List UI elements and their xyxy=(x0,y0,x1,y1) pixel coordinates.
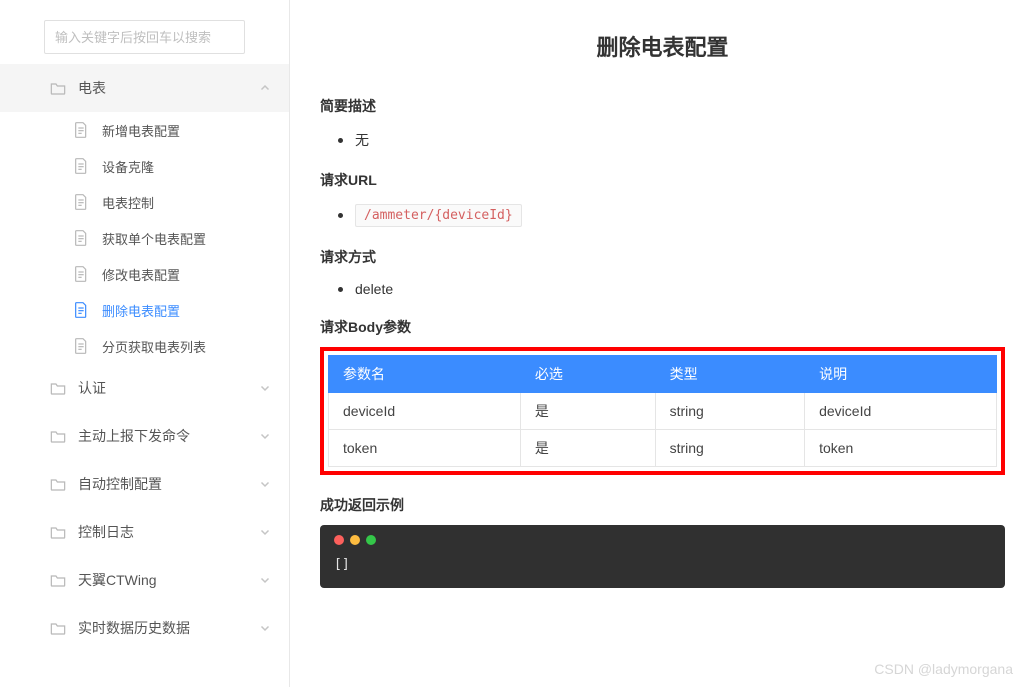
nav-group-header[interactable]: 电表 xyxy=(0,64,289,112)
page-title: 删除电表配置 xyxy=(320,30,1005,62)
bullet-icon xyxy=(338,138,343,143)
nav-group-header[interactable]: 天翼CTWing xyxy=(0,556,289,604)
chevron-down-icon xyxy=(259,526,271,538)
nav-sub-label: 获取单个电表配置 xyxy=(102,229,206,248)
chevron-down-icon xyxy=(259,574,271,586)
folder-icon xyxy=(50,381,66,395)
chevron-down-icon xyxy=(259,430,271,442)
table-cell: token xyxy=(329,430,521,467)
nav-sub-item[interactable]: 分页获取电表列表 xyxy=(0,328,289,364)
nav-sub-item[interactable]: 电表控制 xyxy=(0,184,289,220)
nav-group-label: 主动上报下发命令 xyxy=(78,426,259,446)
table-cell: token xyxy=(805,430,997,467)
section-brief-title: 简要描述 xyxy=(320,96,1005,116)
file-icon xyxy=(74,122,88,138)
table-cell: 是 xyxy=(520,393,655,430)
table-cell: string xyxy=(655,430,804,467)
nav-group-label: 电表 xyxy=(78,78,259,98)
table-cell: string xyxy=(655,393,804,430)
table-cell: deviceId xyxy=(329,393,521,430)
bullet-icon xyxy=(338,287,343,292)
nav-group-header[interactable]: 控制日志 xyxy=(0,508,289,556)
nav-group-label: 认证 xyxy=(78,378,259,398)
nav-sub-label: 设备克隆 xyxy=(102,157,154,176)
nav-group-label: 自动控制配置 xyxy=(78,474,259,494)
table-header-cell: 必选 xyxy=(520,356,655,393)
file-icon xyxy=(74,158,88,174)
dot-yellow-icon xyxy=(350,535,360,545)
main-content: 删除电表配置 简要描述 无 请求URL /ammeter/{deviceId} … xyxy=(290,0,1025,687)
url-value-line: /ammeter/{deviceId} xyxy=(320,200,1005,231)
table-header-cell: 说明 xyxy=(805,356,997,393)
dot-green-icon xyxy=(366,535,376,545)
folder-icon xyxy=(50,81,66,95)
nav-sub-label: 删除电表配置 xyxy=(102,301,180,320)
method-value: delete xyxy=(355,281,393,297)
nav-sub-label: 修改电表配置 xyxy=(102,265,180,284)
chevron-up-icon xyxy=(259,82,271,94)
brief-value-line: 无 xyxy=(320,126,1005,154)
folder-icon xyxy=(50,525,66,539)
bullet-icon xyxy=(338,213,343,218)
section-method-title: 请求方式 xyxy=(320,247,1005,267)
success-code: [] xyxy=(334,557,991,572)
section-body-params-title: 请求Body参数 xyxy=(320,317,1005,337)
nav-group-header[interactable]: 主动上报下发命令 xyxy=(0,412,289,460)
params-table: 参数名必选类型说明 deviceId是stringdeviceIdtoken是s… xyxy=(328,355,997,467)
params-highlight-box: 参数名必选类型说明 deviceId是stringdeviceIdtoken是s… xyxy=(320,347,1005,475)
brief-value: 无 xyxy=(355,130,369,150)
search-wrap xyxy=(0,20,289,64)
nav-sub-item[interactable]: 新增电表配置 xyxy=(0,112,289,148)
nav-group-label: 控制日志 xyxy=(78,522,259,542)
table-row: token是stringtoken xyxy=(329,430,997,467)
folder-icon xyxy=(50,573,66,587)
chevron-down-icon xyxy=(259,478,271,490)
nav-sub-item[interactable]: 修改电表配置 xyxy=(0,256,289,292)
table-cell: deviceId xyxy=(805,393,997,430)
nav-group-header[interactable]: 认证 xyxy=(0,364,289,412)
table-header-cell: 参数名 xyxy=(329,356,521,393)
file-icon xyxy=(74,230,88,246)
nav-sub-item[interactable]: 获取单个电表配置 xyxy=(0,220,289,256)
search-input[interactable] xyxy=(44,20,245,54)
nav-sub-label: 分页获取电表列表 xyxy=(102,337,206,356)
sidebar: 电表新增电表配置设备克隆电表控制获取单个电表配置修改电表配置删除电表配置分页获取… xyxy=(0,0,290,687)
section-success-title: 成功返回示例 xyxy=(320,495,1005,515)
code-block: [] xyxy=(320,525,1005,588)
method-value-line: delete xyxy=(320,277,1005,301)
table-cell: 是 xyxy=(520,430,655,467)
table-header-cell: 类型 xyxy=(655,356,804,393)
nav-group-label: 天翼CTWing xyxy=(78,570,259,590)
file-icon xyxy=(74,266,88,282)
section-url-title: 请求URL xyxy=(320,170,1005,190)
code-dots xyxy=(334,535,991,545)
file-icon xyxy=(74,302,88,318)
nav-group-label: 实时数据历史数据 xyxy=(78,618,259,638)
chevron-down-icon xyxy=(259,382,271,394)
nav-sub-item[interactable]: 设备克隆 xyxy=(0,148,289,184)
nav-sub-item[interactable]: 删除电表配置 xyxy=(0,292,289,328)
nav-list: 电表新增电表配置设备克隆电表控制获取单个电表配置修改电表配置删除电表配置分页获取… xyxy=(0,64,289,652)
nav-group-header[interactable]: 实时数据历史数据 xyxy=(0,604,289,652)
table-row: deviceId是stringdeviceId xyxy=(329,393,997,430)
nav-group-header[interactable]: 自动控制配置 xyxy=(0,460,289,508)
nav-sub-label: 新增电表配置 xyxy=(102,121,180,140)
file-icon xyxy=(74,194,88,210)
folder-icon xyxy=(50,621,66,635)
dot-red-icon xyxy=(334,535,344,545)
file-icon xyxy=(74,338,88,354)
folder-icon xyxy=(50,429,66,443)
url-value: /ammeter/{deviceId} xyxy=(355,204,522,227)
nav-sub-label: 电表控制 xyxy=(102,193,154,212)
chevron-down-icon xyxy=(259,622,271,634)
folder-icon xyxy=(50,477,66,491)
